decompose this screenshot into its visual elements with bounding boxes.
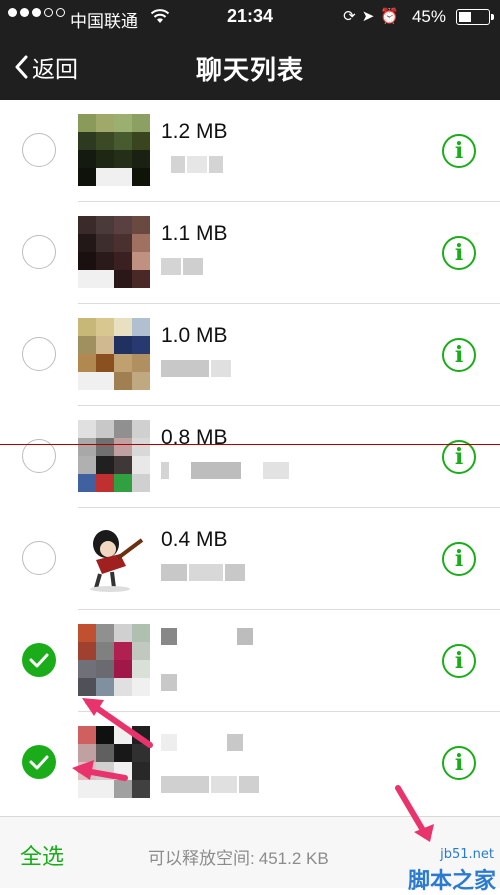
avatar bbox=[78, 726, 150, 798]
avatar bbox=[78, 114, 150, 186]
cartoon-guitar-avatar-icon bbox=[90, 530, 144, 592]
info-icon[interactable]: i bbox=[442, 338, 476, 372]
page-title: 聊天列表 bbox=[195, 55, 304, 85]
system-icons: ⟳➤⏰ bbox=[343, 7, 405, 25]
chat-size: 1.1 MB bbox=[161, 222, 228, 245]
info-icon[interactable]: i bbox=[442, 644, 476, 678]
watermark-url: jb51.net bbox=[440, 847, 494, 862]
chat-name-redacted bbox=[161, 360, 231, 377]
select-all-button[interactable]: 全选 bbox=[20, 839, 64, 871]
chat-size: 0.4 MB bbox=[161, 528, 228, 551]
location-icon: ➤ bbox=[361, 8, 381, 25]
chat-name-redacted bbox=[161, 462, 289, 479]
checkmark-icon bbox=[29, 653, 49, 668]
info-icon[interactable]: i bbox=[442, 440, 476, 474]
chat-name-redacted bbox=[161, 258, 203, 275]
chat-size: 0.8 MB bbox=[161, 426, 228, 449]
chat-row[interactable]: i bbox=[0, 610, 500, 712]
bottom-toolbar: 全选 可以释放空间: 451.2 KB jb51.net 脚本之家 bbox=[0, 816, 500, 893]
select-radio[interactable] bbox=[22, 133, 56, 167]
chat-row[interactable]: 1.2 MB i bbox=[0, 100, 500, 202]
avatar bbox=[78, 522, 150, 594]
freeable-space: 可以释放空间: 451.2 KB bbox=[148, 844, 329, 869]
chat-row[interactable]: 0.8 MB i bbox=[0, 406, 500, 508]
info-icon[interactable]: i bbox=[442, 134, 476, 168]
freeable-space-value: 451.2 KB bbox=[258, 849, 329, 868]
chat-name-redacted bbox=[161, 674, 177, 691]
watermark-logo: 脚本之家 bbox=[407, 868, 496, 893]
chat-name-redacted bbox=[161, 628, 253, 645]
chat-name-redacted bbox=[161, 776, 259, 793]
rotation-lock-icon: ⟳ bbox=[343, 8, 362, 25]
avatar bbox=[78, 624, 150, 696]
chat-row[interactable]: 1.1 MB i bbox=[0, 202, 500, 304]
info-icon[interactable]: i bbox=[442, 542, 476, 576]
alarm-icon: ⏰ bbox=[380, 8, 405, 25]
avatar bbox=[78, 318, 150, 390]
chat-row[interactable]: 0.4 MB i bbox=[0, 508, 500, 610]
freeable-space-label: 可以释放空间: bbox=[148, 849, 255, 868]
avatar bbox=[78, 216, 150, 288]
info-icon[interactable]: i bbox=[442, 746, 476, 780]
chat-name-redacted bbox=[161, 564, 245, 581]
select-radio[interactable] bbox=[22, 337, 56, 371]
chat-size: 1.2 MB bbox=[161, 120, 228, 143]
chat-name-redacted bbox=[161, 734, 243, 751]
info-icon[interactable]: i bbox=[442, 236, 476, 270]
select-radio-checked[interactable] bbox=[22, 643, 56, 677]
battery-percent: 45% bbox=[411, 7, 446, 26]
checkmark-icon bbox=[29, 755, 49, 770]
select-radio[interactable] bbox=[22, 541, 56, 575]
avatar bbox=[78, 420, 150, 492]
status-bar: 中国联通 21:34 ⟳➤⏰ 45% bbox=[0, 0, 500, 34]
chat-row[interactable]: 1.0 MB i bbox=[0, 304, 500, 406]
chat-row[interactable]: i bbox=[0, 712, 500, 814]
select-radio[interactable] bbox=[22, 235, 56, 269]
select-radio-checked[interactable] bbox=[22, 745, 56, 779]
chat-name-redacted bbox=[161, 156, 223, 173]
battery-icon bbox=[456, 9, 494, 25]
nav-bar: 返回 聊天列表 bbox=[0, 34, 500, 100]
chat-size: 1.0 MB bbox=[161, 324, 228, 347]
annotation-red-line bbox=[0, 444, 500, 445]
